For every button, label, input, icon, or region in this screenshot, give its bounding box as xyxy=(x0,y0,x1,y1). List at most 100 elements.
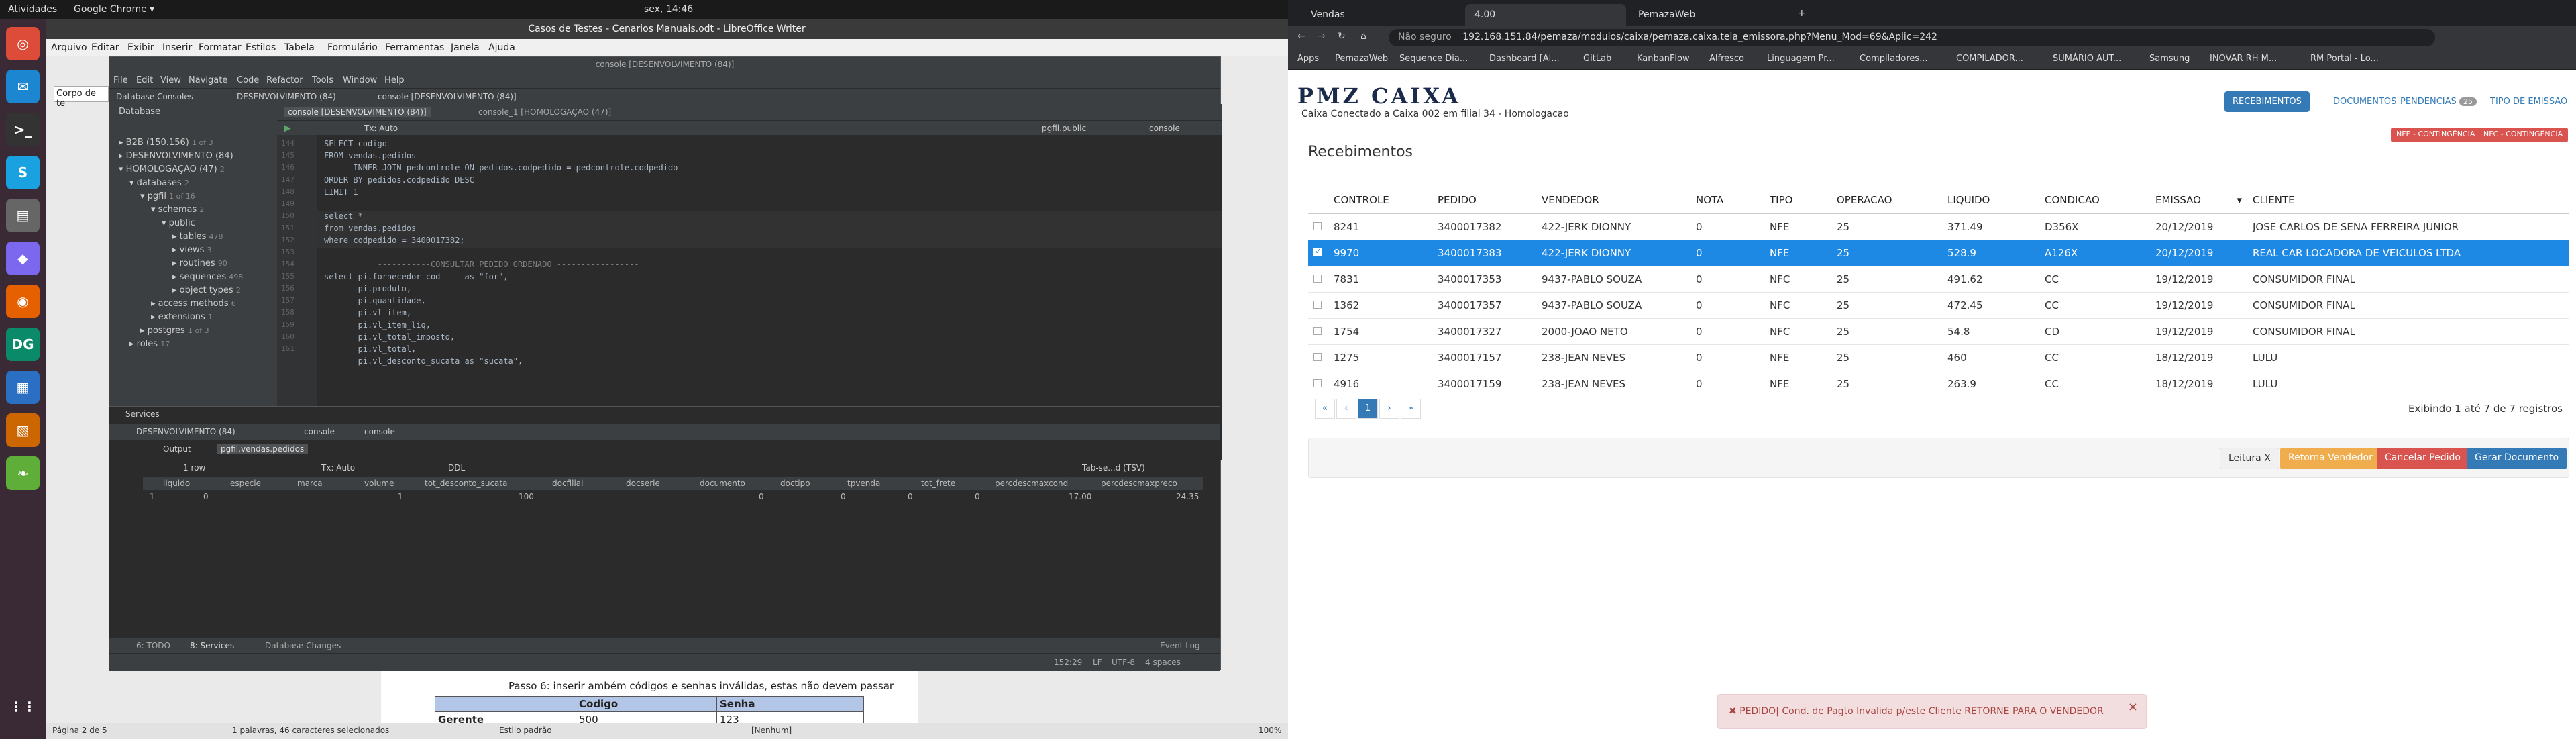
bookmark[interactable]: RM Portal - Lo... xyxy=(2310,54,2379,64)
encoding[interactable]: UTF-8 xyxy=(1112,658,1135,667)
tab-recebimentos[interactable]: RECEBIMENTOS xyxy=(2224,91,2310,112)
ij-menu-item[interactable]: Refactor xyxy=(266,75,303,85)
col-operacao[interactable]: OPERACAO xyxy=(1831,187,1942,214)
lo-menu-item[interactable]: Estilos xyxy=(246,42,276,53)
clock[interactable]: sex, 14:46 xyxy=(644,4,693,15)
console-selector[interactable]: console xyxy=(1149,124,1180,133)
col-header[interactable]: tpvenda xyxy=(847,479,880,488)
table-row[interactable]: 1754 3400017327 2000-JOAO NETO 0 NFC 25 54.8 CD… xyxy=(1308,318,2569,345)
terminal-icon[interactable]: >_ xyxy=(6,113,40,146)
close-icon[interactable]: × xyxy=(2128,700,2138,714)
bookmark[interactable]: Dashboard [Al... xyxy=(1489,54,1560,64)
bookmark[interactable]: Sequence Dia... xyxy=(1399,54,1468,64)
datagrip-icon[interactable]: DG xyxy=(6,328,40,361)
tree-item[interactable]: ▸ B2B (150.156) 1 of 3 xyxy=(119,138,213,148)
tree-item[interactable]: ▸ roles 17 xyxy=(129,339,170,349)
outlook-icon[interactable]: ✉ xyxy=(6,70,40,103)
col-header[interactable]: docfilial xyxy=(552,479,583,488)
cell[interactable]: 0 xyxy=(203,492,209,501)
cell[interactable]: 17.00 xyxy=(1069,492,1091,501)
tab-pendencias[interactable]: PENDENCIAS 25 xyxy=(2392,91,2485,112)
col-cliente[interactable]: CLIENTE xyxy=(2247,187,2569,214)
table-row[interactable]: 1362 3400017357 9437-PABLO SOUZA 0 NFC 25 472.… xyxy=(1308,292,2569,319)
export-format[interactable]: Tab-se...d (TSV) xyxy=(1082,463,1145,473)
tx-mode[interactable]: Tx: Auto xyxy=(364,124,398,133)
cell[interactable]: 0 xyxy=(759,492,764,501)
col-header[interactable]: marca xyxy=(297,479,323,488)
bookmark[interactable]: INOVAR RH M... xyxy=(2210,54,2277,64)
editor-tab[interactable]: console_1 [HOMOLOGAÇAO (47)] xyxy=(478,107,611,117)
bookmark[interactable]: SUMÁRIO AUT... xyxy=(2053,54,2121,64)
ij-menu-item[interactable]: View xyxy=(160,75,181,85)
activities-button[interactable]: Atividades xyxy=(8,4,57,15)
col-emissao[interactable]: EMISSAO ▾ xyxy=(2150,187,2247,214)
page-first[interactable]: « xyxy=(1315,399,1335,419)
ij-menu-item[interactable]: File xyxy=(113,75,128,85)
page-prev[interactable]: ‹ xyxy=(1336,399,1356,419)
tree-item[interactable]: ▾ databases 2 xyxy=(129,178,189,188)
ij-menu-item[interactable]: Code xyxy=(237,75,259,85)
run-icon[interactable]: ▶ xyxy=(284,123,291,134)
tree-item[interactable]: ▸ postgres 1 of 3 xyxy=(140,326,209,336)
tree-item[interactable]: ▸ extensions 1 xyxy=(151,312,213,322)
ij-menu-item[interactable]: Navigate xyxy=(189,75,227,85)
app-menu[interactable]: Google Chrome ▾ xyxy=(74,4,154,15)
col-header[interactable]: documento xyxy=(700,479,745,488)
bookmark[interactable]: Linguagem Pr... xyxy=(1767,54,1835,64)
editor-tab[interactable]: console [DESENVOLVIMENTO (84)] xyxy=(284,107,431,117)
lo-menu-item[interactable]: Ajuda xyxy=(488,42,515,53)
col-header[interactable]: percdescmaxcond xyxy=(995,479,1068,488)
skype-icon[interactable]: S xyxy=(6,156,40,189)
tab-tipo-emissao[interactable]: TIPO DE EMISSAO xyxy=(2482,91,2575,112)
browser-tab[interactable]: PemazaWeb xyxy=(1629,4,1790,26)
impress-icon[interactable]: ▧ xyxy=(6,413,40,447)
col-pedido[interactable]: PEDIDO xyxy=(1432,187,1536,214)
cell[interactable]: 0 xyxy=(841,492,846,501)
row-checkbox-checked[interactable] xyxy=(1313,246,1322,256)
row-checkbox[interactable] xyxy=(1313,275,1322,283)
ij-menu-item[interactable]: Help xyxy=(384,75,405,85)
col-controle[interactable]: CONTROLE xyxy=(1328,187,1432,214)
spring-icon[interactable]: ❧ xyxy=(6,456,40,490)
lo-menu-item[interactable]: Janela xyxy=(451,42,480,53)
bookmark[interactable]: Compiladores... xyxy=(1860,54,1928,64)
row-checkbox[interactable] xyxy=(1313,327,1322,335)
table-row[interactable]: 7831 3400017353 9437-PABLO SOUZA 0 NFC 25 491.… xyxy=(1308,266,2569,293)
bookmark[interactable]: COMPILADOR... xyxy=(1956,54,2023,64)
ij-menu-item[interactable]: Tools xyxy=(312,75,333,85)
cell[interactable]: 24.35 xyxy=(1176,492,1199,501)
tree-item[interactable]: ▸ routines 90 xyxy=(172,258,227,268)
vpn-icon[interactable]: ◆ xyxy=(6,242,40,275)
nav-crumb[interactable]: DESENVOLVIMENTO (84) xyxy=(237,92,336,101)
lo-menu-item[interactable]: Inserir xyxy=(162,42,192,53)
forward-icon[interactable]: → xyxy=(1318,31,1326,42)
row-checkbox[interactable] xyxy=(1313,222,1322,230)
ddl-button[interactable]: DDL xyxy=(448,463,465,473)
row-checkbox[interactable] xyxy=(1313,379,1322,387)
firefox-icon[interactable]: ◉ xyxy=(6,285,40,318)
cell[interactable]: 100 xyxy=(519,492,534,501)
back-icon[interactable]: ← xyxy=(1297,31,1305,42)
page-next[interactable]: › xyxy=(1379,399,1399,419)
table-row[interactable]: 1275 3400017157 238-JEAN NEVES 0 NFE 25 460 CC 1… xyxy=(1308,344,2569,371)
tree-item[interactable]: ▾ public xyxy=(162,218,195,228)
browser-tab[interactable]: Vendas xyxy=(1301,4,1462,26)
tree-item[interactable]: ▾ pgfil 1 of 16 xyxy=(140,191,195,201)
col-header[interactable]: liquido xyxy=(163,479,190,488)
table-row-selected[interactable]: 99703400017383422-JERK DIONNY0NFE25528.9… xyxy=(1308,240,2569,266)
tx-mode[interactable]: Tx: Auto xyxy=(321,463,355,473)
leitura-x-button[interactable]: Leitura X xyxy=(2220,448,2279,469)
col-header[interactable]: doctipo xyxy=(780,479,810,488)
output-tab[interactable]: Output xyxy=(163,444,191,454)
lo-menu-item[interactable]: Ferramentas xyxy=(385,42,444,53)
col-header[interactable]: especie xyxy=(230,479,261,488)
row-count[interactable]: 1 row xyxy=(183,463,205,473)
chrome-icon[interactable]: ◎ xyxy=(6,27,40,60)
tree-item[interactable]: ▸ tables 478 xyxy=(172,232,223,242)
todo-tab[interactable]: 6: TODO xyxy=(136,641,170,650)
col-header[interactable]: volume xyxy=(364,479,394,488)
bookmark[interactable]: Alfresco xyxy=(1709,54,1744,64)
ij-menu-item[interactable]: Edit xyxy=(136,75,153,85)
tree-item[interactable]: ▾ HOMOLOGAÇAO (47) 2 xyxy=(119,164,225,175)
cell[interactable]: 1 xyxy=(398,492,403,501)
